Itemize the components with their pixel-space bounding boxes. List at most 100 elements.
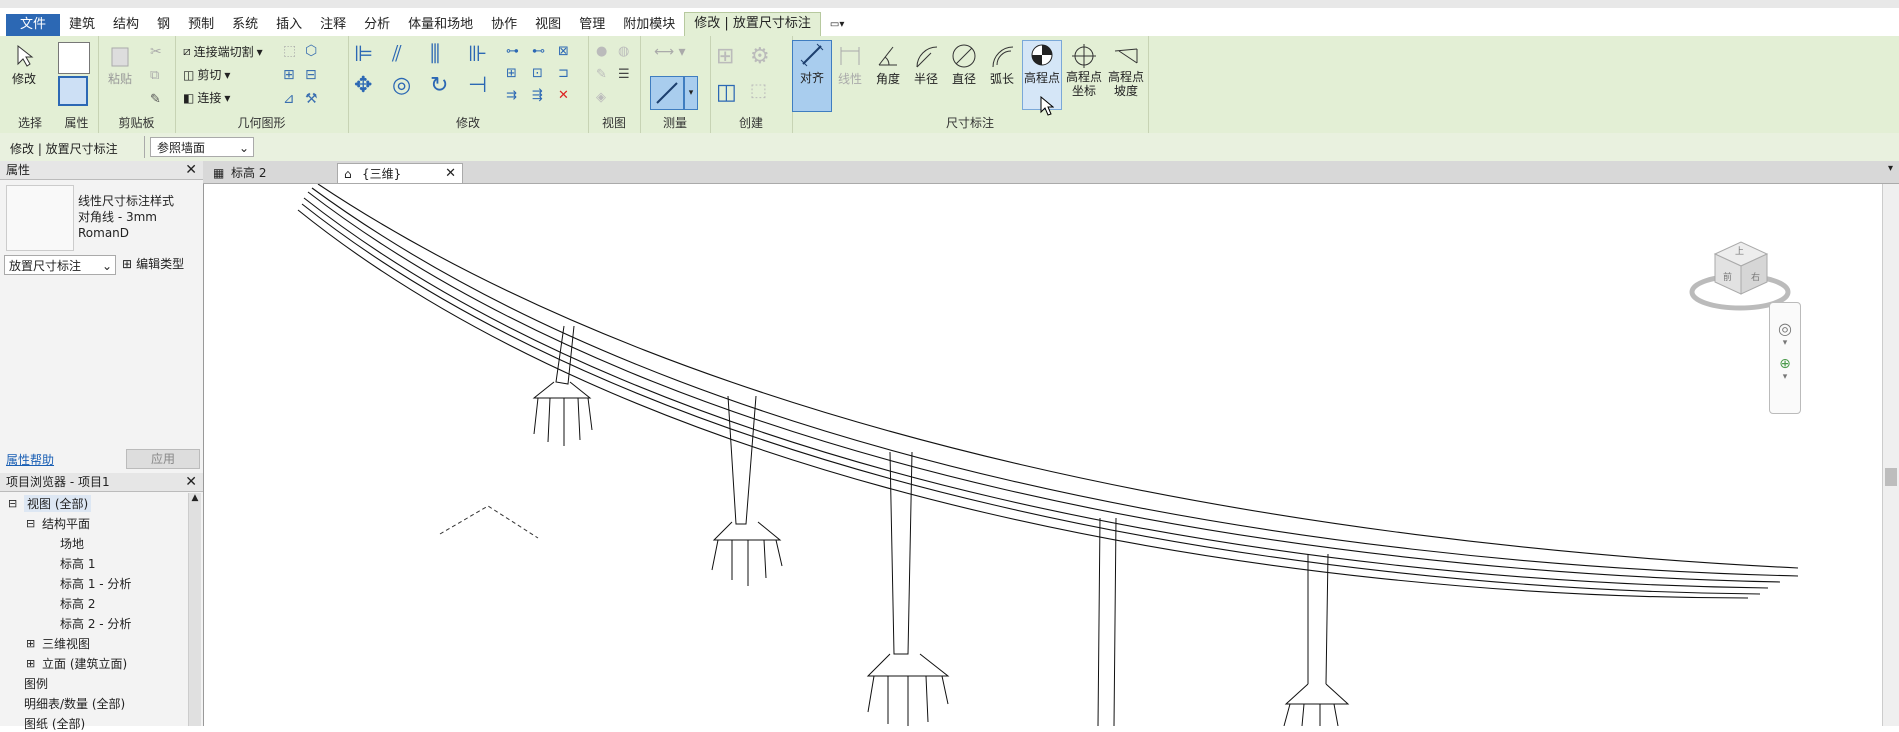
type-selector[interactable]: 线性尺寸标注样式 对角线 - 3mm RomanD <box>78 193 174 241</box>
linear-dimension-button[interactable]: 线性 <box>832 42 868 87</box>
measure-distance-icon[interactable]: ⟷ ▾ <box>654 44 686 60</box>
tree-item[interactable]: 场地 <box>44 535 84 552</box>
offset-icon[interactable]: ⫽ <box>392 42 430 67</box>
tab-addins[interactable]: 附加模块 <box>614 14 684 36</box>
tree-item[interactable]: 标高 1 - 分析 <box>44 575 131 592</box>
match-properties-icon[interactable]: ✎ <box>150 92 161 107</box>
create-assembly-icon[interactable]: ⊞ <box>716 44 734 69</box>
create-similar-icon[interactable]: ⬚ <box>750 80 767 101</box>
tree-item[interactable]: 图例 <box>8 675 48 692</box>
expand-icon[interactable]: ⊞ <box>26 637 38 650</box>
collapse-icon[interactable]: ⊟ <box>26 517 38 530</box>
steering-wheel-icon[interactable]: ◎ <box>1770 319 1800 338</box>
spot-coordinate-button[interactable]: 高程点 坐标 <box>1064 42 1104 98</box>
aligned-dimension-button[interactable]: 对齐 <box>792 40 832 112</box>
split-face-icon[interactable]: ⬚ <box>283 43 305 59</box>
tab-collaborate[interactable]: 协作 <box>482 14 526 36</box>
tree-item[interactable]: 图纸 (全部) <box>8 715 85 732</box>
tab-structure[interactable]: 结构 <box>104 14 148 36</box>
tree-item[interactable]: 标高 2 - 分析 <box>44 615 131 632</box>
chevron-down-icon[interactable]: ▾ <box>1770 338 1800 348</box>
collapse-icon[interactable]: ⊟ <box>8 497 20 510</box>
mirror-axis-icon[interactable]: ⫼ <box>430 42 468 67</box>
tree-item[interactable]: 标高 1 <box>44 555 95 572</box>
tab-architecture[interactable]: 建筑 <box>60 14 104 36</box>
zoom-region-icon[interactable]: ⊕ <box>1770 356 1800 372</box>
override-icon[interactable]: ◍ <box>618 44 640 59</box>
expand-icon[interactable]: ⊞ <box>26 657 38 670</box>
move-icon[interactable]: ✥ <box>354 73 392 98</box>
tab-massing-site[interactable]: 体量和场地 <box>399 14 482 36</box>
tab-extra-dropdown[interactable]: ▭▾ <box>821 14 853 36</box>
tab-level-2[interactable]: ▦ 标高 2 <box>207 163 337 183</box>
apply-button[interactable]: 应用 <box>126 449 200 469</box>
scale-icon[interactable]: ⊡ <box>532 66 558 81</box>
beam-join-icon[interactable]: ⊿ <box>283 91 305 107</box>
tab-insert[interactable]: 插入 <box>267 14 311 36</box>
angular-dimension-button[interactable]: 角度 <box>870 42 906 87</box>
type-properties-icon[interactable] <box>58 42 90 74</box>
copy-element-icon[interactable]: ◎ <box>392 73 430 98</box>
join-button[interactable]: ◧ 连接 ▾ <box>183 89 230 106</box>
split-gap-icon[interactable]: ⊷ <box>532 44 558 59</box>
tree-item[interactable]: ⊞ 三维视图 <box>26 635 90 652</box>
3d-viewport[interactable]: 上 前 右 ◎ ▾ ⊕ ▾ <box>208 183 1803 727</box>
select-panel-label[interactable]: 选择 <box>0 114 60 131</box>
radial-dimension-button[interactable]: 半径 <box>908 42 944 87</box>
instance-filter-dropdown[interactable]: 放置尺寸标注 ⌄ <box>4 255 116 275</box>
chevron-down-icon[interactable]: ▾ <box>1770 372 1800 382</box>
modify-button[interactable]: 修改 <box>10 42 38 87</box>
tab-analyze[interactable]: 分析 <box>355 14 399 36</box>
tree-scrollbar[interactable]: ▲ <box>188 493 201 726</box>
spot-slope-button[interactable]: 高程点 坡度 <box>1106 42 1146 98</box>
cut-geometry-button[interactable]: ◫ 剪切 ▾ <box>183 66 230 83</box>
tab-steel[interactable]: 钢 <box>148 14 179 36</box>
tree-item[interactable]: 标高 2 <box>44 595 95 612</box>
line-style-icon[interactable]: ☰ <box>618 67 640 82</box>
scrollbar-thumb[interactable] <box>1885 468 1897 486</box>
tree-item[interactable]: ⊟ 结构平面 <box>26 515 90 532</box>
paint-icon[interactable]: ⬡ <box>305 43 327 59</box>
unpin-icon[interactable]: ⊠ <box>558 44 584 59</box>
close-icon[interactable]: ✕ <box>185 473 197 491</box>
tab-3d-view[interactable]: ⌂ {三维} ✕ <box>337 163 463 183</box>
close-icon[interactable]: ✕ <box>445 164 456 184</box>
create-group-icon[interactable]: ◫ <box>716 80 737 105</box>
wall-joins-icon[interactable]: ⊞ <box>283 67 305 83</box>
properties-help-link[interactable]: 属性帮助 <box>6 451 54 468</box>
view-filter-icon[interactable]: ◈ <box>596 90 618 105</box>
pin-icon[interactable]: ⊐ <box>558 66 584 81</box>
chevron-down-icon[interactable]: ▾ <box>684 76 698 110</box>
tab-manage[interactable]: 管理 <box>570 14 614 36</box>
diameter-dimension-button[interactable]: 直径 <box>946 42 982 87</box>
tree-item[interactable]: ⊟ 视图 (全部) <box>8 495 92 512</box>
cope-button[interactable]: ⧄ 连接端切割 ▾ <box>183 43 263 60</box>
hide-bulb-icon[interactable]: ● <box>596 44 618 59</box>
mirror-draw-icon[interactable]: ⊪ <box>468 42 506 67</box>
hammer-icon[interactable]: ⚒ <box>305 91 327 107</box>
copy-icon[interactable]: ⧉ <box>150 68 159 83</box>
paste-button[interactable]: 粘贴 <box>106 42 134 87</box>
align-icon[interactable]: ⊫ <box>354 42 392 67</box>
chevron-up-icon[interactable]: ▲ <box>189 493 201 503</box>
tab-view[interactable]: 视图 <box>526 14 570 36</box>
tree-item[interactable]: 明细表/数量 (全部) <box>8 695 125 712</box>
tab-annotate[interactable]: 注释 <box>311 14 355 36</box>
demolish-icon[interactable]: ⊟ <box>305 67 327 83</box>
viewport-scrollbar[interactable] <box>1882 184 1899 726</box>
rotate-icon[interactable]: ↻ <box>430 73 468 98</box>
tab-precast[interactable]: 预制 <box>179 14 223 36</box>
edit-type-button[interactable]: ⊞ 编辑类型 <box>122 255 184 272</box>
tab-list-dropdown[interactable]: ▾ <box>1888 163 1893 174</box>
delete-icon[interactable]: ✕ <box>558 88 584 103</box>
aligned-dimension-small-icon[interactable] <box>650 76 684 110</box>
close-icon[interactable]: ✕ <box>185 161 197 179</box>
split-element-icon[interactable]: ⊶ <box>506 44 532 59</box>
linework-icon[interactable]: ✎ <box>596 67 618 82</box>
trim-icon[interactable]: ⊣ <box>468 73 506 98</box>
tab-file[interactable]: 文件 <box>6 14 61 36</box>
create-parts-icon[interactable]: ⚙ <box>750 44 770 69</box>
tab-systems[interactable]: 系统 <box>223 14 267 36</box>
cut-scissors-icon[interactable]: ✂ <box>150 44 162 60</box>
array-icon[interactable]: ⊞ <box>506 66 532 81</box>
